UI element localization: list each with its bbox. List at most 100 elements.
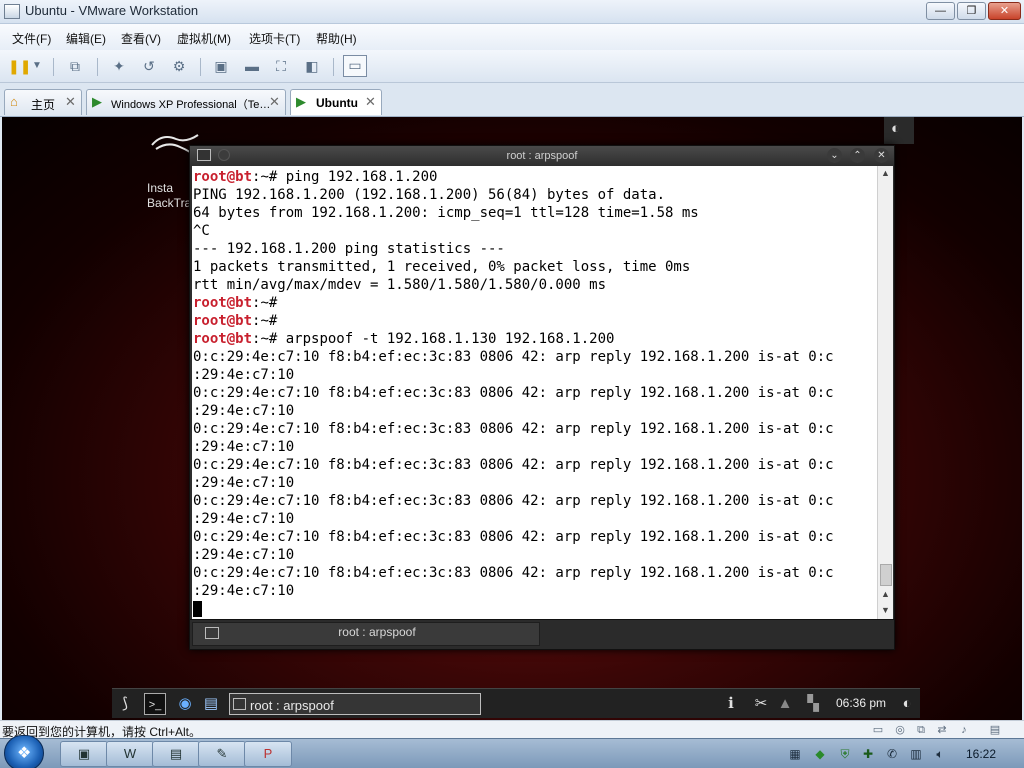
tab-close-icon[interactable]: ✕ (365, 94, 376, 110)
tray-wifi-icon[interactable]: ▥ (908, 746, 924, 762)
kde-menu-icon[interactable]: ⟆ (114, 693, 136, 715)
scroll-down-icon[interactable]: ▼ (881, 605, 890, 615)
volume-icon[interactable]: 🔈︎ (932, 746, 948, 762)
terminal-line: rtt min/avg/max/mdev = 1.580/1.580/1.580… (193, 277, 607, 293)
scrollbar-thumb[interactable] (880, 564, 892, 586)
info-icon[interactable]: ℹ (720, 693, 742, 715)
network-icon[interactable]: ⧉ (66, 57, 84, 75)
hard-disk-icon[interactable]: ▭ (870, 723, 886, 737)
shell-prompt: root@bt (193, 313, 253, 329)
terminal-launcher-icon[interactable]: >_ (144, 693, 166, 715)
terminal-line: :29:4e:c7:10 (193, 439, 295, 455)
tab-home-label: 主页 (31, 98, 56, 112)
status-bar: 要返回到您的计算机，请按 Ctrl+Alt。 ▭ ◎ ⧉ ⇄ ♪ ▤ (0, 720, 1024, 739)
start-button[interactable]: ❖ (4, 735, 44, 768)
terminal-line: 64 bytes from 192.168.1.200: icmp_seq=1 … (193, 205, 699, 221)
guest-panel: ⟆ >_ ◉ ▤ root : arpspoof ℹ ✂ ▲ ▚ 06:36 p… (112, 688, 920, 718)
sound-icon[interactable]: ♪ (956, 723, 972, 737)
terminal-line: root@bt:~# ping 192.168.1.200 (193, 168, 877, 186)
minimize-button[interactable]: — (926, 2, 955, 20)
browser-icon[interactable]: ◉ (174, 693, 196, 715)
scissors-icon[interactable]: ✂ (750, 693, 772, 715)
tab-windows-xp-label: Windows XP Professional（Te… (111, 99, 271, 111)
menu-bar: 文件(F) 编辑(E) 查看(V) 虚拟机(M) 选项卡(T) 帮助(H) (0, 24, 1024, 50)
menu-edit[interactable]: 编辑(E) (66, 30, 106, 47)
snapshot-icon[interactable]: ✦ (110, 57, 128, 75)
vmware-app-icon (4, 4, 20, 19)
guest-display[interactable]: ◐ Insta BackTra root : arpspoof ⌄ ⌃ ✕ ro… (2, 117, 1022, 720)
shell-prompt: root@bt (193, 331, 253, 347)
tab-bar: ⌂ 主页 ✕ ▶ Windows XP Professional（Te… ✕ ▶… (0, 83, 1024, 117)
fullscreen-icon[interactable]: ⛶ (272, 57, 290, 75)
terminal-scrollbar[interactable]: ▲ ▲ ▼ (877, 166, 893, 619)
powerpoint-icon[interactable]: P (244, 741, 292, 767)
terminal-line: :29:4e:c7:10 (193, 511, 295, 527)
plasma-icon[interactable]: ◐ (896, 693, 918, 715)
shield-icon[interactable]: ⛨ (837, 746, 853, 762)
system-clock[interactable]: 16:22 (966, 747, 996, 761)
menu-view[interactable]: 查看(V) (121, 30, 161, 47)
terminal-line: :29:4e:c7:10 (193, 475, 295, 491)
network-status-icon[interactable]: ▲ (774, 693, 796, 715)
terminal-window[interactable]: root : arpspoof ⌄ ⌃ ✕ root@bt:~# ping 19… (189, 145, 895, 650)
console-view-icon[interactable]: ▬ (243, 57, 261, 75)
terminal-line: root@bt:~# (193, 312, 877, 330)
desktop-label-line2: BackTra (147, 196, 192, 210)
tray-device-icon[interactable]: ✆ (884, 746, 900, 762)
tab-close-icon[interactable]: ✕ (269, 94, 280, 110)
tray-security-icon[interactable]: ✚ (860, 746, 876, 762)
terminal-line: :29:4e:c7:10 (193, 403, 295, 419)
shell-command: :~# arpspoof -t 192.168.1.130 192.168.1.… (252, 331, 615, 347)
menu-vm[interactable]: 虚拟机(M) (177, 30, 231, 47)
tray-network-icon[interactable]: ▦ (787, 746, 803, 762)
folder-icon[interactable]: ▤ (152, 741, 200, 767)
cdrom-icon[interactable]: ◎ (892, 723, 908, 737)
close-button[interactable]: ✕ (988, 2, 1021, 20)
taskbar-item-terminal[interactable]: root : arpspoof (229, 693, 481, 715)
notes-icon[interactable]: ✎ (198, 741, 246, 767)
terminal-line: ^C (193, 223, 210, 239)
tab-close-icon[interactable]: ✕ (65, 94, 76, 110)
usb-icon[interactable]: ⇄ (934, 723, 950, 737)
snapshot-manager-icon[interactable]: ⚙ (170, 57, 188, 75)
menu-tabs[interactable]: 选项卡(T) (249, 30, 300, 47)
file-manager-icon[interactable]: ▤ (200, 693, 222, 715)
guest-clock[interactable]: 06:36 pm (836, 696, 886, 710)
terminal-output[interactable]: root@bt:~# ping 192.168.1.200 PING 192.16… (192, 166, 877, 619)
toolbar-separator (53, 58, 54, 76)
revert-snapshot-icon[interactable]: ↺ (140, 57, 158, 75)
dropdown-icon[interactable]: ▼ (28, 57, 46, 75)
menu-file[interactable]: 文件(F) (12, 30, 51, 47)
thumbnail-icon[interactable]: ▭ (343, 55, 367, 77)
tab-windows-xp[interactable]: ▶ Windows XP Professional（Te… ✕ (86, 89, 286, 115)
guest-corner-widget[interactable]: ◐ (884, 117, 914, 144)
explorer-icon[interactable]: ▣ (60, 741, 108, 767)
network-adapter-icon[interactable]: ⧉ (913, 723, 929, 737)
tray-app-icon[interactable]: ◆ (812, 746, 828, 762)
tab-ubuntu[interactable]: ▶ Ubuntu ✕ (290, 89, 382, 115)
terminal-line: 0:c:29:4e:c7:10 f8:b4:ef:ec:3c:83 0806 4… (193, 457, 834, 473)
tab-home[interactable]: ⌂ 主页 ✕ (4, 89, 82, 115)
desktop-icon-label[interactable]: Insta BackTra (147, 181, 191, 211)
pause-icon[interactable]: ❚❚ (8, 57, 31, 75)
pager-icon[interactable]: ▚ (802, 693, 824, 715)
menu-help[interactable]: 帮助(H) (316, 30, 357, 47)
maximize-button[interactable]: ❐ (957, 2, 986, 20)
word-icon[interactable]: W (106, 741, 154, 767)
terminal-line: 0:c:29:4e:c7:10 f8:b4:ef:ec:3c:83 0806 4… (193, 349, 834, 365)
windows-logo-icon: ❖ (17, 745, 32, 762)
terminal-titlebar[interactable]: root : arpspoof ⌄ ⌃ ✕ (190, 146, 894, 166)
terminal-line: 0:c:29:4e:c7:10 f8:b4:ef:ec:3c:83 0806 4… (193, 385, 834, 401)
terminal-close-button[interactable]: ✕ (874, 148, 889, 163)
shell-prompt: root@bt (193, 295, 253, 311)
message-icon[interactable]: ▤ (987, 723, 1003, 737)
terminal-minimize-button[interactable]: ⌄ (827, 148, 842, 163)
terminal-maximize-button[interactable]: ⌃ (850, 148, 865, 163)
terminal-line: root@bt:~# arpspoof -t 192.168.1.130 192… (193, 330, 877, 348)
scroll-up-icon[interactable]: ▲ (881, 589, 890, 599)
sidebar-icon[interactable]: ▣ (212, 57, 230, 75)
terminal-line: 1 packets transmitted, 1 received, 0% pa… (193, 259, 691, 275)
unity-icon[interactable]: ◧ (303, 57, 321, 75)
scroll-up-icon[interactable]: ▲ (881, 168, 890, 178)
terminal-line: --- 192.168.1.200 ping statistics --- (193, 241, 505, 257)
